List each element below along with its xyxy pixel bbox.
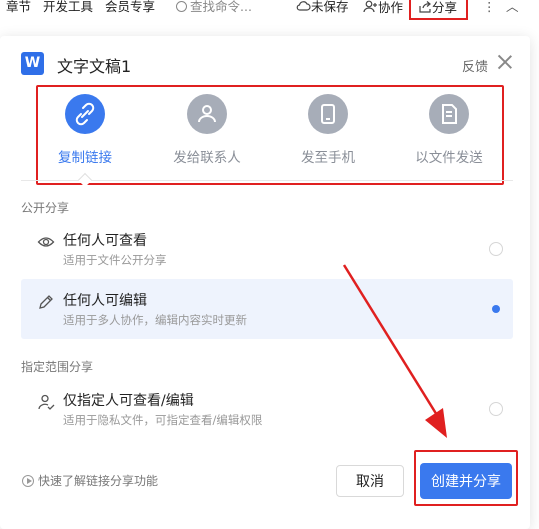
collab-label: 协作 [378,0,404,15]
feedback-link[interactable]: 反馈 [462,56,488,75]
create-and-share-button[interactable]: 创建并分享 [420,463,512,499]
play-icon [22,475,34,487]
more-icon[interactable]: ⋮ [483,0,496,16]
menu-member[interactable]: 会员专享 [105,0,155,16]
writer-doc-icon: W [21,52,44,75]
pencil-icon [39,295,53,309]
tab-label: 发给联系人 [173,150,241,166]
search-placeholder: 查找命令... [190,0,252,14]
close-icon[interactable] [497,54,513,70]
share-dialog: W 文字文稿1 反馈 复制链接 发给联系人 发至手机 以文件发送 公开分享 任何… [0,36,530,529]
option-title: 任何人可查看 [63,233,147,249]
option-subtitle: 适用于文件公开分享 [63,253,167,267]
search-box[interactable]: 查找命令... [176,0,252,16]
option-subtitle: 适用于多人协作，编辑内容实时更新 [63,313,247,327]
user-plus-icon [363,0,377,13]
option-subtitle: 适用于隐私文件，可指定查看/编辑权限 [63,413,263,427]
unsaved-label: 未保存 [311,0,349,14]
option-title: 任何人可编辑 [63,293,147,309]
collab-button[interactable]: 协作 [363,0,403,16]
tab-label: 以文件发送 [415,150,483,166]
option-specified-people[interactable]: 仅指定人可查看/编辑 适用于隐私文件，可指定查看/编辑权限 [21,379,513,439]
collapse-icon[interactable]: ︿ [506,0,519,16]
eye-icon [37,237,55,247]
option-anyone-view[interactable]: 任何人可查看 适用于文件公开分享 [21,219,513,279]
option-anyone-edit[interactable]: 任何人可编辑 适用于多人协作，编辑内容实时更新 [21,279,513,339]
radio-button[interactable] [489,242,503,256]
contact-icon [187,94,227,134]
menu-dev-tools[interactable]: 开发工具 [43,0,93,16]
radio-button[interactable] [489,402,503,416]
link-icon [65,94,105,134]
unsaved-status[interactable]: 未保存 [296,0,349,16]
phone-icon [308,94,348,134]
search-icon [176,1,187,12]
dialog-title: 文字文稿1 [57,57,132,76]
option-title: 仅指定人可查看/编辑 [63,393,194,409]
radio-button-selected[interactable] [489,302,503,316]
tab-copy-link[interactable]: 复制链接 [30,94,140,166]
quick-learn-label: 快速了解链接分享功能 [38,474,159,488]
section-public-label: 公开分享 [21,201,70,215]
user-check-icon [38,394,55,410]
tab-label: 复制链接 [58,150,112,166]
top-toolbar: 章节 开发工具 会员专享 查找命令... 未保存 协作 分享 ⋮ ︿ [0,0,539,22]
cancel-button[interactable]: 取消 [336,465,404,497]
cloud-icon [296,1,311,11]
tab-send-phone[interactable]: 发至手机 [273,94,383,166]
file-icon [429,94,469,134]
menu-chapter[interactable]: 章节 [6,0,31,16]
tab-send-file[interactable]: 以文件发送 [394,94,504,166]
quick-learn-link[interactable]: 快速了解链接分享功能 [22,472,158,489]
tab-label: 发至手机 [301,150,355,166]
tab-send-contact[interactable]: 发给联系人 [152,94,262,166]
share-highlight-box [409,0,468,20]
tab-divider [21,180,513,181]
section-scoped-label: 指定范围分享 [21,360,94,374]
